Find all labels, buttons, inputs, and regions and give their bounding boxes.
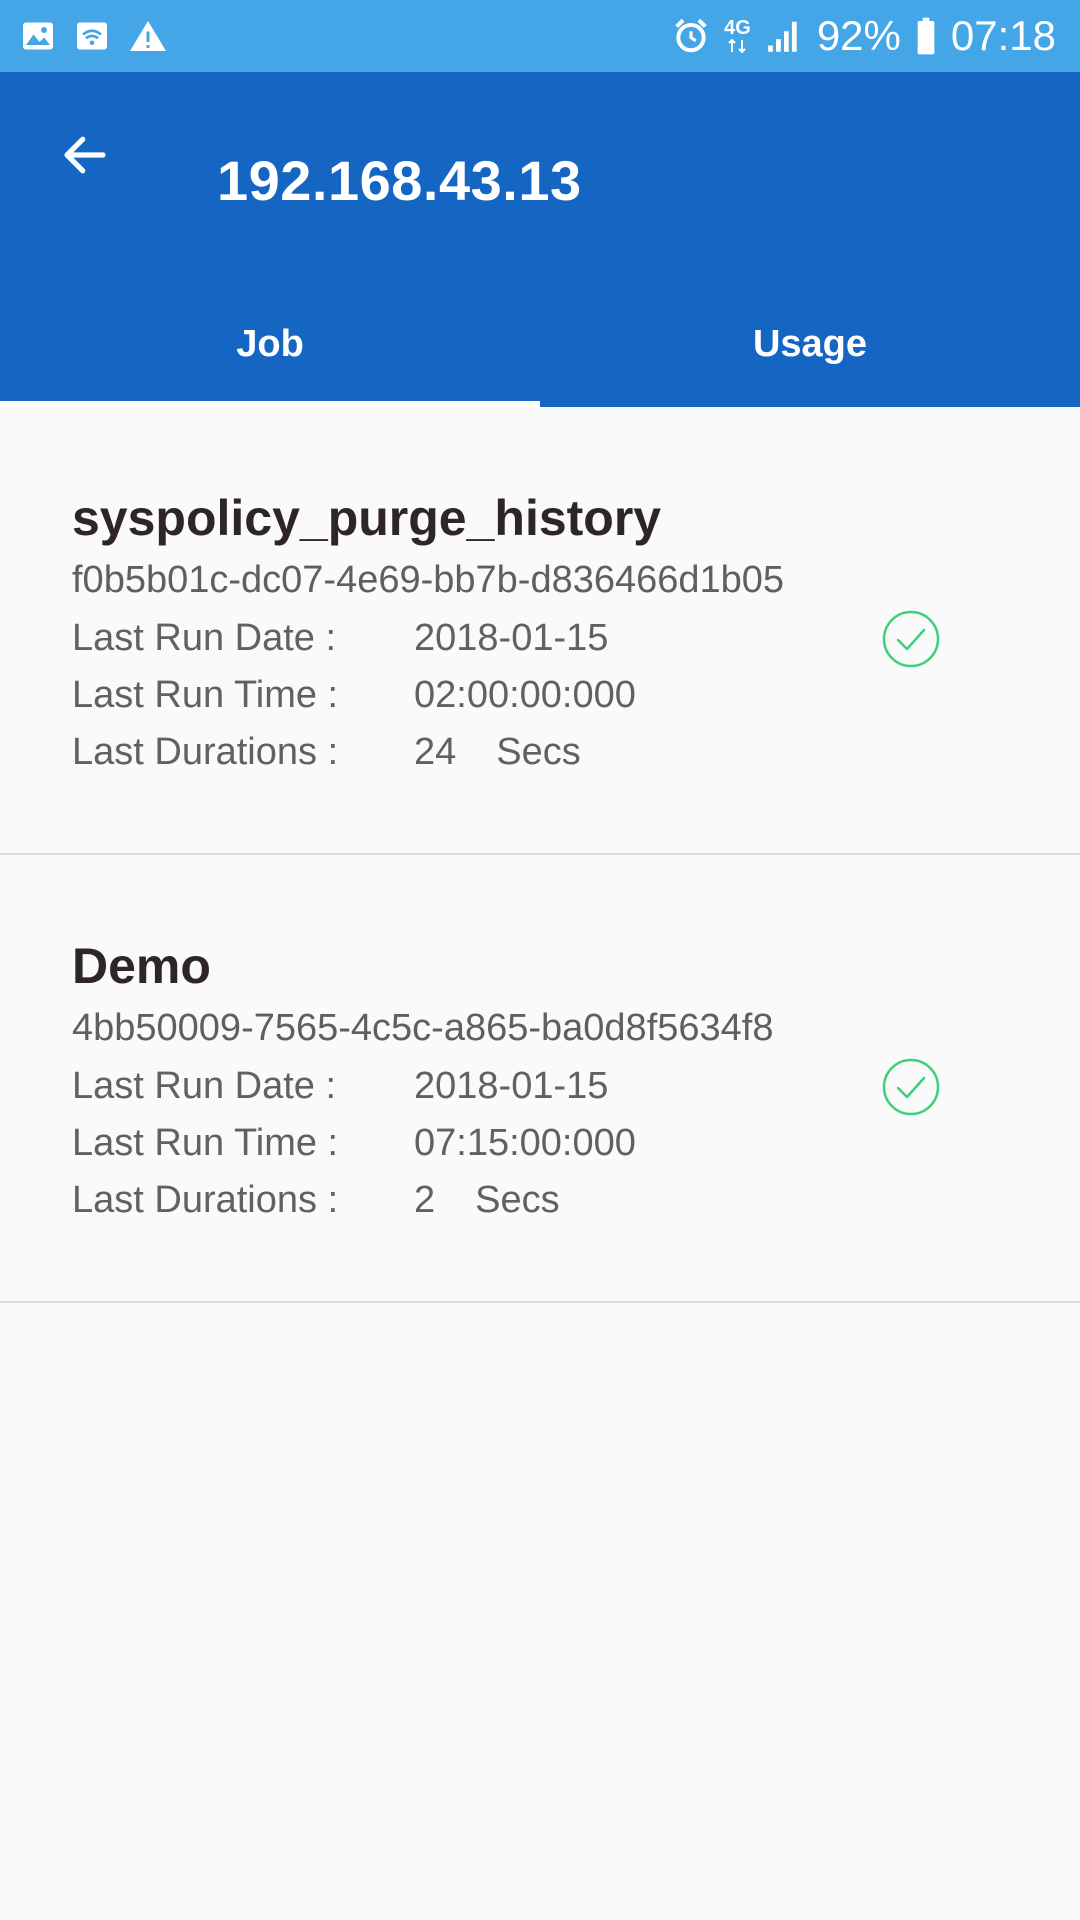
last-duration-value: 2 (414, 1179, 436, 1221)
signal-icon (765, 17, 803, 55)
tab-job[interactable]: Job (0, 292, 540, 407)
last-duration-row: Last Durations : 24 Secs (72, 731, 581, 774)
app-bar: 192.168.43.13 Job Usage (0, 72, 1080, 407)
job-name: Demo (72, 938, 211, 994)
job-id: 4bb50009-7565-4c5c-a865-ba0d8f5634f8 (72, 1007, 774, 1049)
job-name: syspolicy_purge_history (72, 490, 662, 546)
network-4g-icon: 4G (724, 18, 751, 54)
last-run-date-value: 2018-01-15 (414, 1065, 609, 1107)
arrow-back-icon (58, 128, 112, 187)
wifi-icon (74, 18, 110, 54)
last-run-time-label: Last Run Time : (72, 1122, 339, 1164)
clock: 07:18 (950, 12, 1056, 59)
last-run-date-label: Last Run Date : (72, 1065, 337, 1107)
job-id: f0b5b01c-dc07-4e69-bb7b-d836466d1b05 (72, 559, 785, 601)
tab-bar: Job Usage (0, 292, 1080, 407)
last-duration-label: Last Durations : (72, 1179, 339, 1221)
last-run-time-value: 07:15:00:000 (414, 1122, 636, 1164)
battery-icon (915, 16, 937, 56)
status-bar: 4G 92% 07:18 (0, 0, 1080, 72)
duration-unit: Secs (475, 1179, 560, 1221)
last-run-date-row: Last Run Date : 2018-01-15 (72, 1065, 608, 1108)
job-card[interactable]: syspolicy_purge_history f0b5b01c-dc07-4e… (0, 407, 1080, 855)
duration-unit: Secs (496, 731, 581, 773)
image-icon (20, 18, 56, 54)
last-duration-row: Last Durations : 2 Secs (72, 1179, 560, 1222)
last-duration-label: Last Durations : (72, 731, 339, 773)
last-duration-value: 24 (414, 731, 457, 773)
alarm-icon (672, 17, 710, 55)
network-type-label: 4G (724, 17, 751, 39)
last-run-time-row: Last Run Time : 02:00:00:000 (72, 674, 636, 717)
back-button[interactable] (40, 112, 130, 202)
status-bar-left (20, 0, 168, 72)
job-card[interactable]: Demo 4bb50009-7565-4c5c-a865-ba0d8f5634f… (0, 855, 1080, 1303)
last-run-time-row: Last Run Time : 07:15:00:000 (72, 1122, 636, 1165)
tab-usage[interactable]: Usage (540, 292, 1080, 407)
job-list: syspolicy_purge_history f0b5b01c-dc07-4e… (0, 407, 1080, 1303)
last-run-date-value: 2018-01-15 (414, 617, 609, 659)
page-title: 192.168.43.13 (217, 149, 582, 212)
status-bar-right: 4G 92% 07:18 (672, 0, 1056, 72)
last-run-date-row: Last Run Date : 2018-01-15 (72, 617, 608, 660)
check-circle-icon (881, 1057, 941, 1117)
last-run-date-label: Last Run Date : (72, 617, 337, 659)
check-circle-icon (881, 609, 941, 669)
battery-percent: 92% (816, 12, 901, 59)
last-run-time-value: 02:00:00:000 (414, 674, 636, 716)
last-run-time-label: Last Run Time : (72, 674, 339, 716)
warning-icon (128, 18, 168, 54)
